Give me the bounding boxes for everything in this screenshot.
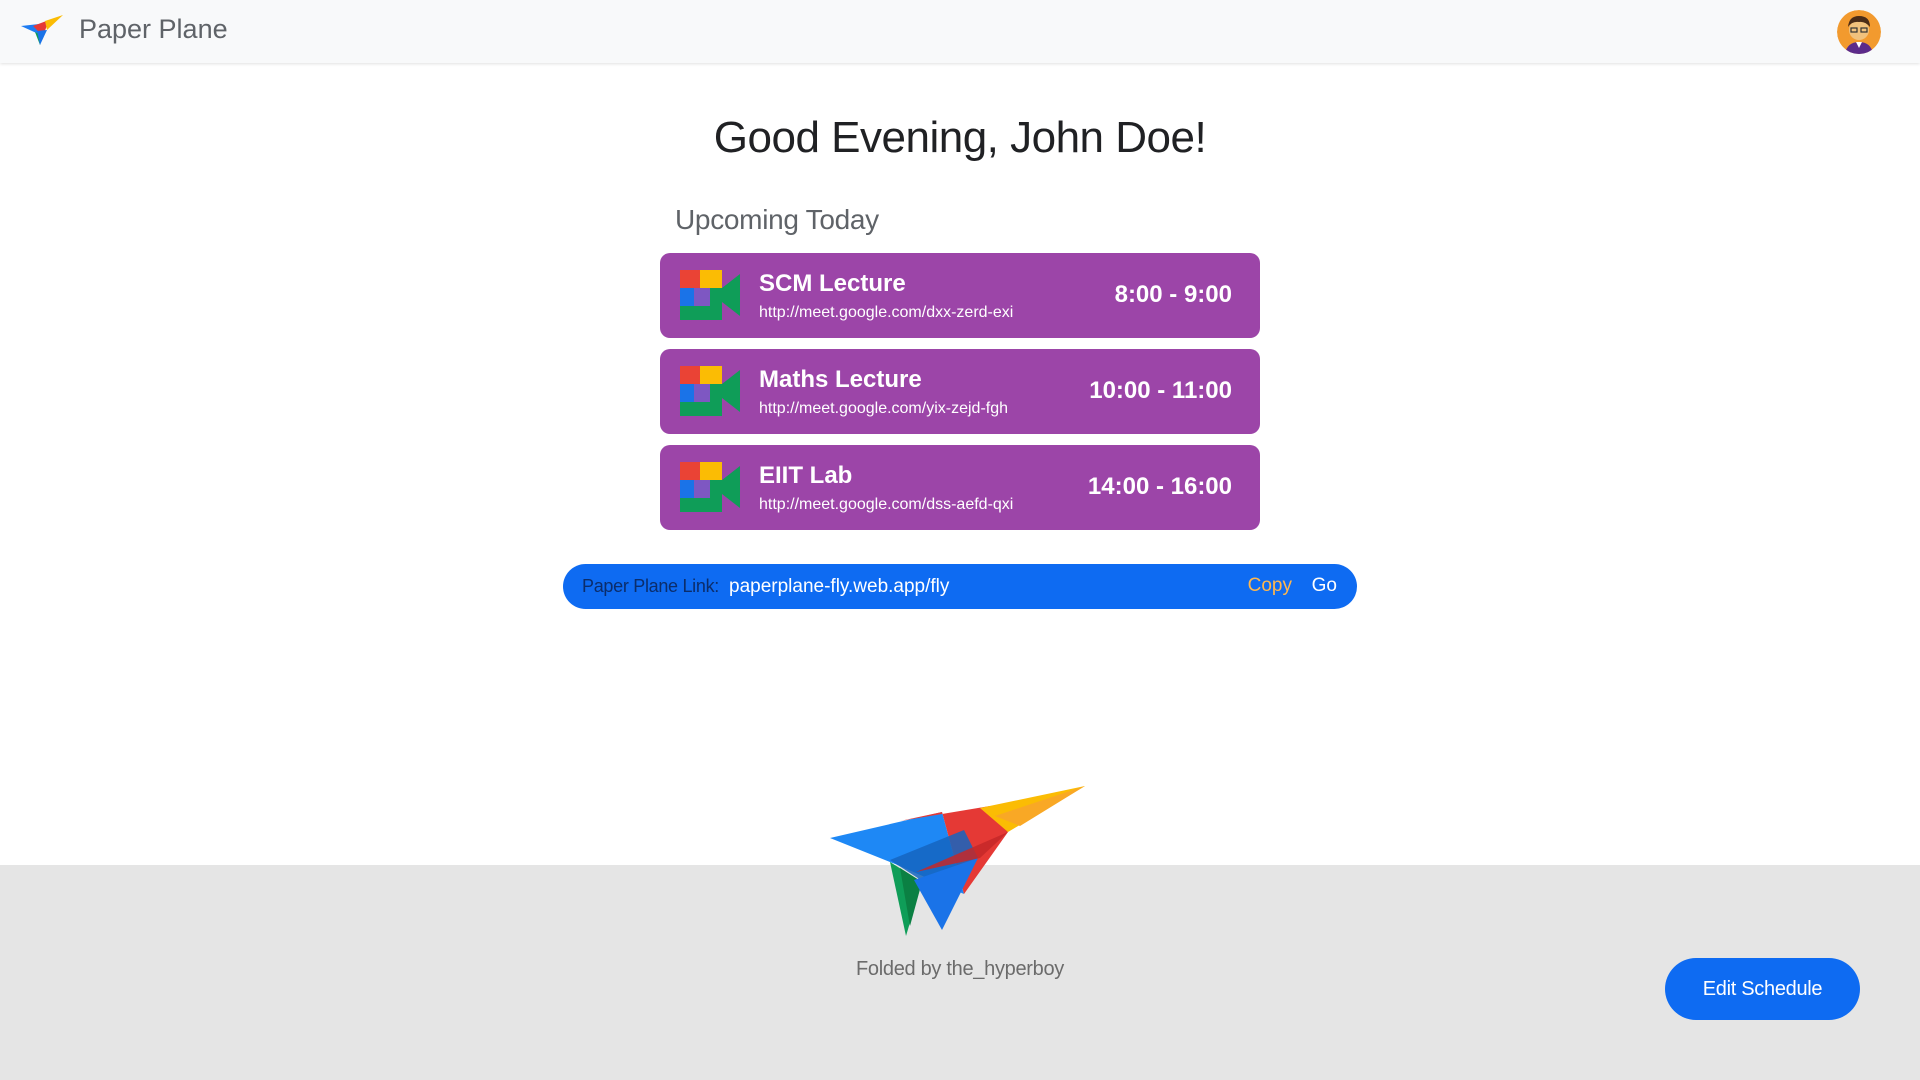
go-link-button[interactable]: Go — [1312, 575, 1337, 597]
paper-plane-link-url[interactable]: paperplane-fly.web.app/fly — [729, 576, 949, 598]
greeting-heading: Good Evening, John Doe! — [713, 113, 1207, 162]
event-name: SCM Lecture — [759, 270, 906, 297]
app-header: Paper Plane — [0, 0, 1920, 63]
paper-plane-illustration — [830, 786, 1085, 936]
app-name: Paper Plane — [79, 13, 228, 44]
event-time: 14:00 - 16:00 — [1087, 473, 1232, 500]
event-name: EIIT Lab — [759, 462, 853, 489]
google-meet-icon — [680, 366, 740, 416]
event-link[interactable]: http://meet.google.com/dss-aefd-qxi — [759, 496, 1013, 514]
edit-schedule-button[interactable]: Edit Schedule — [1665, 958, 1860, 1020]
brand[interactable]: Paper Plane — [19, 12, 228, 46]
event-card-eiit-lab[interactable]: EIIT Lab http://meet.google.com/dss-aefd… — [660, 445, 1260, 530]
google-meet-icon — [680, 462, 740, 512]
event-list: SCM Lecture http://meet.google.com/dxx-z… — [660, 253, 1260, 541]
event-time: 10:00 - 11:00 — [1089, 377, 1232, 404]
event-card-maths-lecture[interactable]: Maths Lecture http://meet.google.com/yix… — [660, 349, 1260, 434]
copy-link-button[interactable]: Copy — [1248, 575, 1292, 597]
event-time: 8:00 - 9:00 — [1114, 281, 1232, 308]
google-meet-icon — [680, 270, 740, 320]
section-title: Upcoming Today — [675, 204, 879, 235]
event-card-scm-lecture[interactable]: SCM Lecture http://meet.google.com/dxx-z… — [660, 253, 1260, 338]
event-link[interactable]: http://meet.google.com/dxx-zerd-exi — [759, 304, 1013, 322]
paper-plane-link-bar: Paper Plane Link: paperplane-fly.web.app… — [563, 564, 1357, 609]
paper-plane-logo-icon — [21, 15, 63, 45]
event-name: Maths Lecture — [759, 366, 922, 393]
event-link[interactable]: http://meet.google.com/yix-zejd-fgh — [759, 400, 1008, 418]
link-label: Paper Plane Link: — [582, 576, 719, 596]
footer-credit: Folded by the_hyperboy — [856, 958, 1064, 980]
user-avatar-icon[interactable] — [1837, 10, 1881, 54]
